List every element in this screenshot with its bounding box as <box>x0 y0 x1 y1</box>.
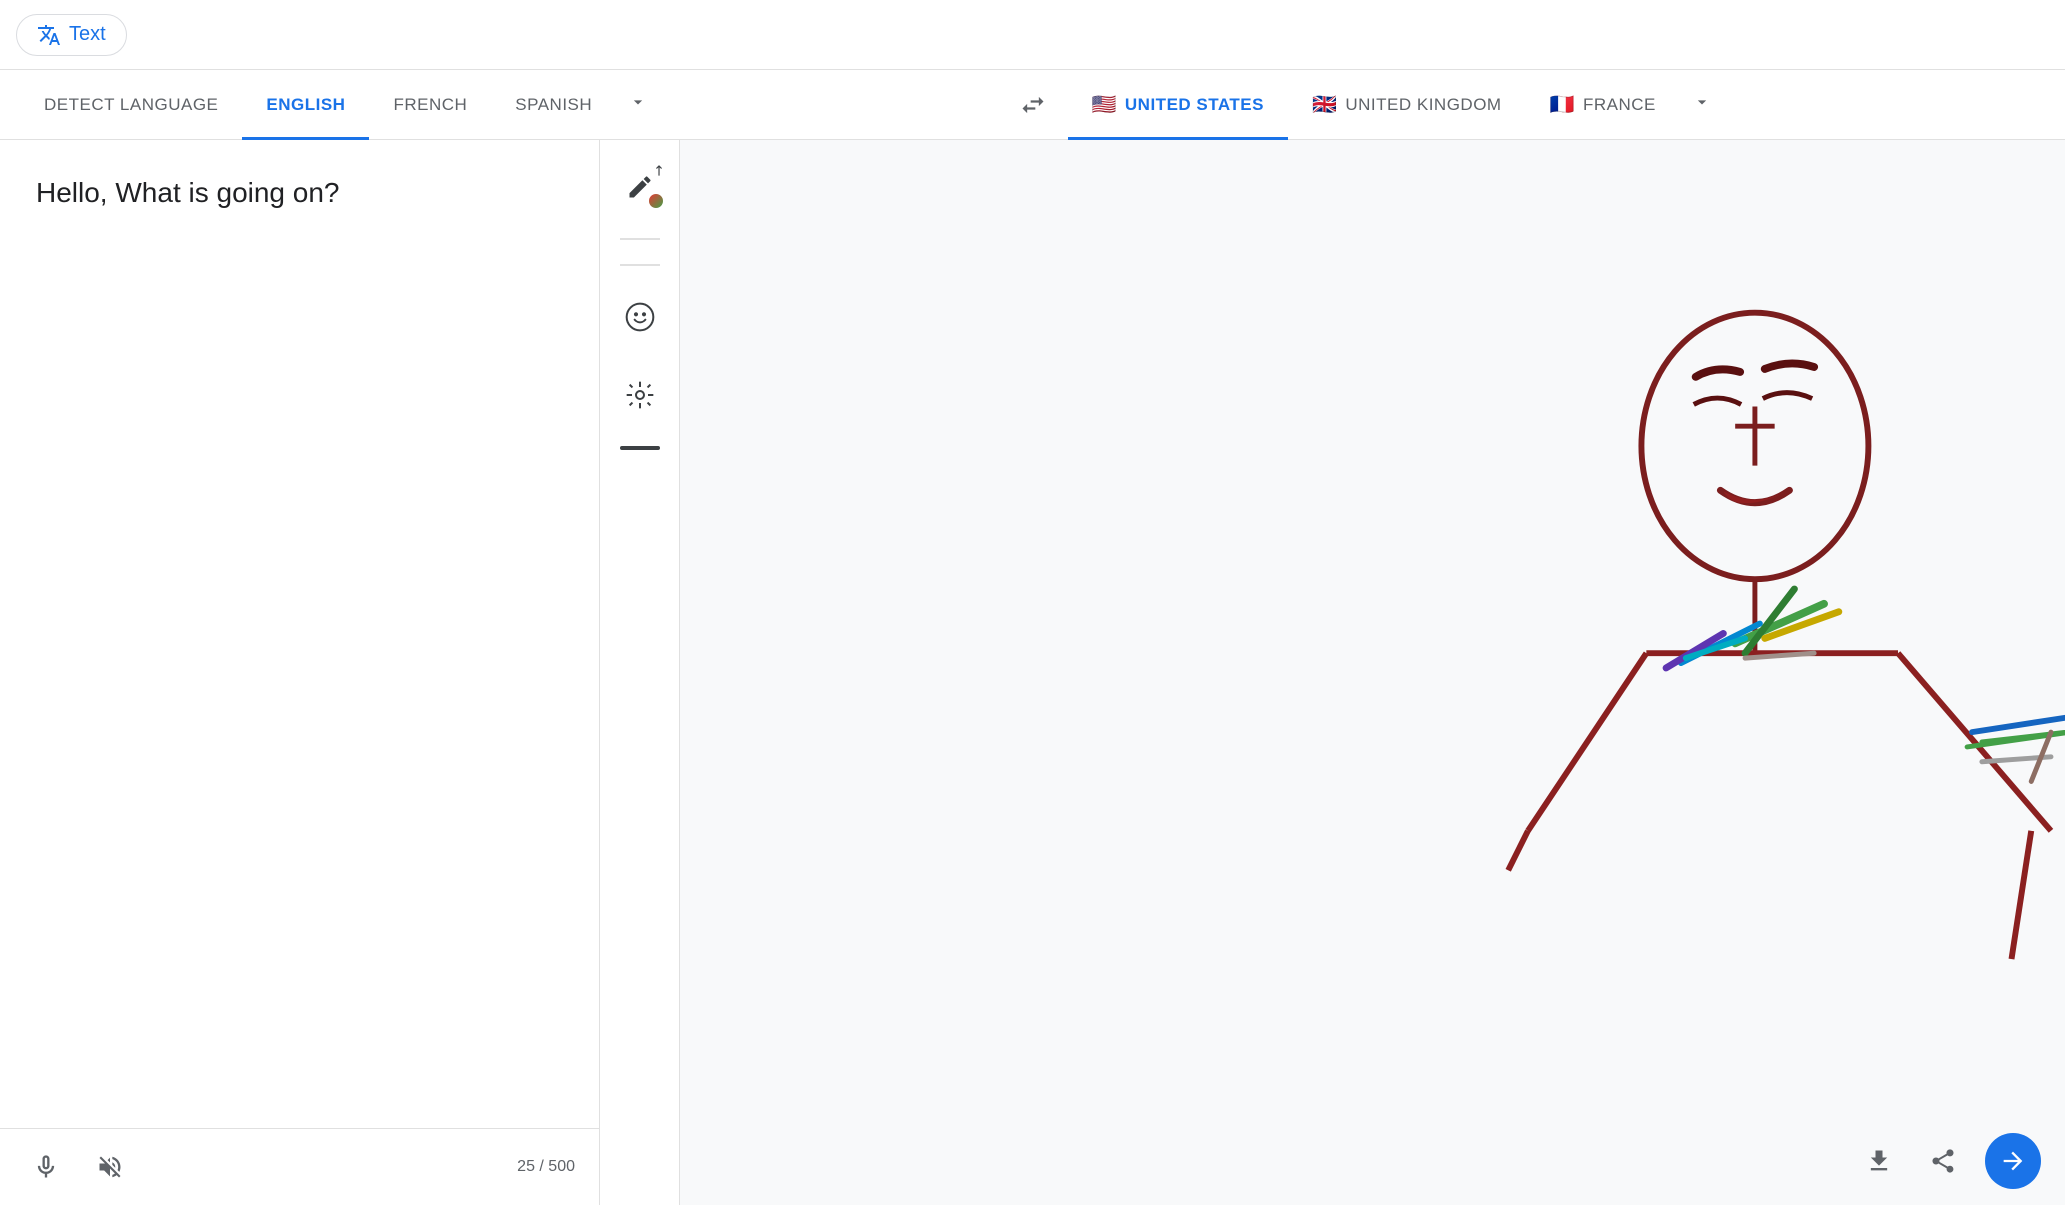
text-tab-label: Text <box>69 23 106 46</box>
source-panel: Hello, What is going on? 25 / 500 <box>0 140 600 1205</box>
top-bar: Text <box>0 0 2065 70</box>
drawing-area[interactable] <box>680 140 2065 1117</box>
face-button[interactable] <box>613 290 667 344</box>
drawing-canvas <box>680 140 2065 1117</box>
sparkle-button[interactable] <box>613 368 667 422</box>
download-icon <box>1865 1147 1893 1175</box>
target-language-section: 🇺🇸 UNITED STATES 🇬🇧 UNITED KINGDOM 🇫🇷 FR… <box>1068 70 2046 140</box>
toolbar-divider-thick <box>620 446 660 450</box>
mic-icon <box>32 1153 60 1181</box>
toolbar-divider-2 <box>620 264 660 266</box>
download-button[interactable] <box>1857 1139 1901 1183</box>
share-icon <box>1929 1147 1957 1175</box>
swap-languages-button[interactable] <box>998 70 1068 140</box>
main-content: Hello, What is going on? 25 / 500 <box>0 140 2065 1205</box>
source-text[interactable]: Hello, What is going on? <box>0 140 599 1128</box>
spanish-source-button[interactable]: SPANISH <box>491 70 616 140</box>
swap-icon <box>1019 91 1047 119</box>
united-kingdom-button[interactable]: 🇬🇧 UNITED KINGDOM <box>1288 70 1526 140</box>
mute-button[interactable] <box>88 1145 132 1189</box>
france-button[interactable]: 🇫🇷 FRANCE <box>1526 70 1680 140</box>
target-lang-dropdown-button[interactable] <box>1680 70 1724 140</box>
color-selector[interactable] <box>647 192 665 210</box>
translate-button[interactable] <box>1985 1133 2041 1189</box>
detect-language-button[interactable]: DETECT LANGUAGE <box>20 70 242 140</box>
uk-flag: 🇬🇧 <box>1312 92 1337 117</box>
face-icon <box>624 301 656 333</box>
target-panel <box>680 140 2065 1205</box>
us-flag: 🇺🇸 <box>1092 92 1117 117</box>
target-footer <box>680 1117 2065 1205</box>
text-tab-button[interactable]: Text <box>16 14 127 56</box>
sparkle-icon <box>624 379 656 411</box>
volume-off-icon <box>96 1153 124 1181</box>
character-count: 25 / 500 <box>517 1158 575 1176</box>
french-source-button[interactable]: FRENCH <box>369 70 491 140</box>
chevron-down-icon <box>1692 92 1712 112</box>
english-source-button[interactable]: ENGLISH <box>242 70 369 140</box>
united-states-button[interactable]: 🇺🇸 UNITED STATES <box>1068 70 1288 140</box>
middle-toolbar: ↗ <box>600 140 680 1205</box>
chevron-down-icon <box>628 92 648 112</box>
share-button[interactable] <box>1921 1139 1965 1183</box>
pencil-color-group: ↗ <box>613 160 667 214</box>
microphone-button[interactable] <box>24 1145 68 1189</box>
language-bar: DETECT LANGUAGE ENGLISH FRENCH SPANISH 🇺… <box>0 70 2065 140</box>
source-footer: 25 / 500 <box>0 1128 599 1205</box>
translate-icon <box>37 23 61 47</box>
source-lang-dropdown-button[interactable] <box>616 70 660 140</box>
source-language-section: DETECT LANGUAGE ENGLISH FRENCH SPANISH <box>20 70 998 140</box>
toolbar-divider-1 <box>620 238 660 240</box>
fr-flag: 🇫🇷 <box>1550 92 1575 117</box>
arrow-forward-icon <box>1999 1147 2027 1175</box>
